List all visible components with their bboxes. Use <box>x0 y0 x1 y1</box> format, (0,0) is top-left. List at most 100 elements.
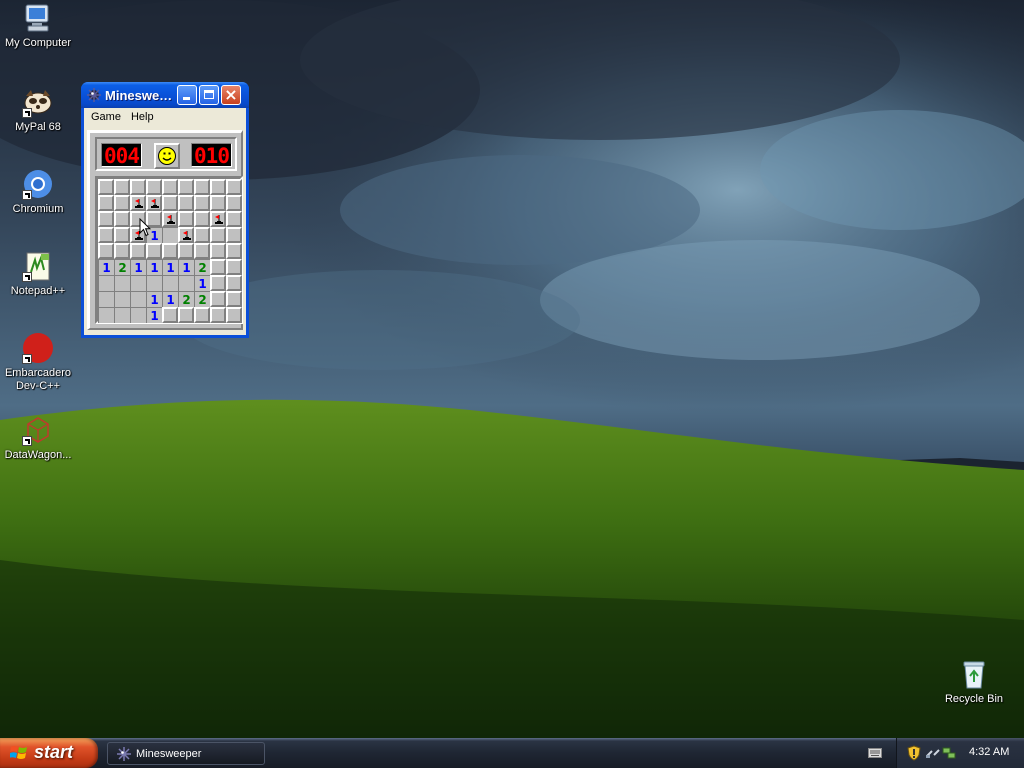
revealed-cell[interactable]: 2 <box>194 291 210 307</box>
revealed-cell[interactable] <box>98 291 114 307</box>
revealed-cell[interactable] <box>114 291 130 307</box>
desktop-icon-chromium[interactable]: Chromium <box>0 168 76 216</box>
revealed-cell[interactable]: 1 <box>178 259 194 275</box>
revealed-cell[interactable] <box>162 227 178 243</box>
hidden-cell[interactable] <box>130 179 146 195</box>
revealed-cell[interactable]: 1 <box>98 259 114 275</box>
hidden-cell[interactable] <box>114 211 130 227</box>
hidden-cell[interactable] <box>98 243 114 259</box>
revealed-cell[interactable]: 1 <box>162 291 178 307</box>
desktop-icon-notepad-plus-plus[interactable]: Notepad++ <box>0 250 76 298</box>
hidden-cell[interactable] <box>98 195 114 211</box>
hidden-cell[interactable] <box>226 275 242 291</box>
flagged-cell[interactable] <box>178 227 194 243</box>
desktop-icon-mypal[interactable]: MyPal 68 <box>0 86 76 134</box>
hidden-cell[interactable] <box>162 179 178 195</box>
revealed-cell[interactable]: 1 <box>130 259 146 275</box>
start-button[interactable]: start <box>0 738 98 768</box>
revealed-cell[interactable] <box>114 307 130 323</box>
hidden-cell[interactable] <box>114 243 130 259</box>
taskbar-button-minesweeper[interactable]: Minesweeper <box>107 742 265 765</box>
hidden-cell[interactable] <box>162 195 178 211</box>
revealed-cell[interactable]: 2 <box>178 291 194 307</box>
revealed-cell[interactable]: 1 <box>162 259 178 275</box>
revealed-cell[interactable] <box>98 307 114 323</box>
reset-face-button[interactable] <box>154 143 180 169</box>
hidden-cell[interactable] <box>226 179 242 195</box>
hidden-cell[interactable] <box>210 227 226 243</box>
network-icon[interactable] <box>926 746 940 760</box>
revealed-cell[interactable] <box>146 275 162 291</box>
hidden-cell[interactable] <box>210 195 226 211</box>
desktop-icon-recycle-bin[interactable]: Recycle Bin <box>936 658 1012 706</box>
revealed-cell[interactable]: 1 <box>194 275 210 291</box>
hidden-cell[interactable] <box>114 227 130 243</box>
hidden-cell[interactable] <box>226 195 242 211</box>
flagged-cell[interactable] <box>210 211 226 227</box>
hidden-cell[interactable] <box>210 275 226 291</box>
revealed-cell[interactable] <box>162 275 178 291</box>
hidden-cell[interactable] <box>98 179 114 195</box>
close-button[interactable]: × <box>221 85 241 105</box>
hidden-cell[interactable] <box>194 307 210 323</box>
minimize-button[interactable] <box>177 85 197 105</box>
desktop-icon-my-computer[interactable]: My Computer <box>0 2 76 50</box>
hidden-cell[interactable] <box>210 243 226 259</box>
hidden-cell[interactable] <box>226 259 242 275</box>
hidden-cell[interactable] <box>178 211 194 227</box>
hidden-cell[interactable] <box>114 195 130 211</box>
title-bar[interactable]: Mineswe… × <box>81 82 249 108</box>
flagged-cell[interactable] <box>146 195 162 211</box>
hidden-cell[interactable] <box>194 243 210 259</box>
hidden-cell[interactable] <box>226 211 242 227</box>
menu-help[interactable]: Help <box>126 108 159 123</box>
hidden-cell[interactable] <box>210 179 226 195</box>
network-connection-icon[interactable] <box>942 746 956 760</box>
security-shield-icon[interactable] <box>907 745 921 761</box>
revealed-cell[interactable] <box>178 275 194 291</box>
desktop-icon-label: Embarcadero Dev-C++ <box>4 367 72 392</box>
flagged-cell[interactable] <box>162 211 178 227</box>
mine-counter: 004 <box>101 143 142 168</box>
revealed-cell[interactable] <box>98 275 114 291</box>
hidden-cell[interactable] <box>194 227 210 243</box>
revealed-cell[interactable]: 1 <box>146 307 162 323</box>
hidden-cell[interactable] <box>210 259 226 275</box>
hidden-cell[interactable] <box>226 291 242 307</box>
hidden-cell[interactable] <box>146 243 162 259</box>
flagged-cell[interactable] <box>130 195 146 211</box>
revealed-cell[interactable] <box>130 307 146 323</box>
keyboard-icon[interactable] <box>868 748 882 758</box>
hidden-cell[interactable] <box>226 227 242 243</box>
hidden-cell[interactable] <box>194 211 210 227</box>
desktop-icon-dev-cpp[interactable]: Embarcadero Dev-C++ <box>0 332 76 393</box>
hidden-cell[interactable] <box>226 307 242 323</box>
desktop-icon-datawagon[interactable]: DataWagon... <box>0 414 76 462</box>
revealed-cell[interactable] <box>114 275 130 291</box>
menu-game[interactable]: Game <box>86 108 126 123</box>
revealed-cell[interactable]: 1 <box>146 291 162 307</box>
hidden-cell[interactable] <box>162 243 178 259</box>
hidden-cell[interactable] <box>210 291 226 307</box>
hidden-cell[interactable] <box>226 243 242 259</box>
hidden-cell[interactable] <box>98 211 114 227</box>
hidden-cell[interactable] <box>162 307 178 323</box>
hidden-cell[interactable] <box>146 179 162 195</box>
hidden-cell[interactable] <box>194 195 210 211</box>
revealed-cell[interactable]: 2 <box>114 259 130 275</box>
revealed-cell[interactable]: 2 <box>194 259 210 275</box>
hidden-cell[interactable] <box>98 227 114 243</box>
maximize-button[interactable] <box>199 85 219 105</box>
revealed-cell[interactable]: 1 <box>146 259 162 275</box>
hidden-cell[interactable] <box>178 243 194 259</box>
hidden-cell[interactable] <box>194 179 210 195</box>
hidden-cell[interactable] <box>130 243 146 259</box>
hidden-cell[interactable] <box>178 307 194 323</box>
hidden-cell[interactable] <box>178 179 194 195</box>
hidden-cell[interactable] <box>178 195 194 211</box>
revealed-cell[interactable] <box>130 291 146 307</box>
hidden-cell[interactable] <box>114 179 130 195</box>
notepad-plus-plus-icon <box>22 250 54 282</box>
hidden-cell[interactable] <box>210 307 226 323</box>
revealed-cell[interactable] <box>130 275 146 291</box>
